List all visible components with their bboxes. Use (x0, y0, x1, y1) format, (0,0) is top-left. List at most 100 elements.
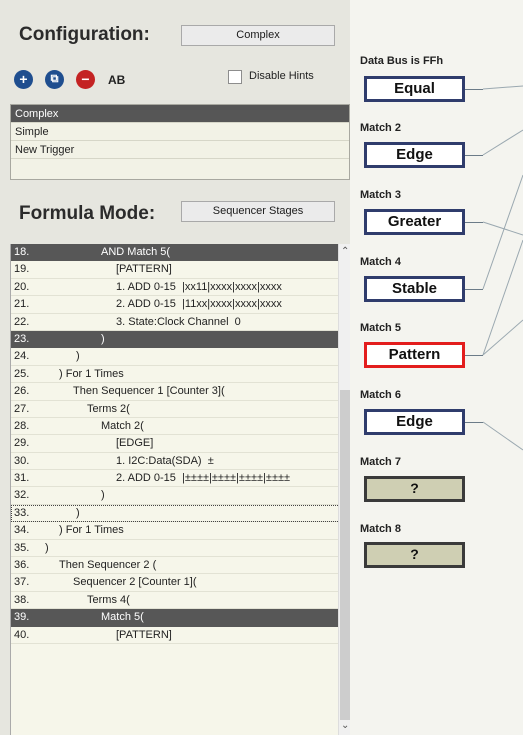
formula-row[interactable]: 31. 2. ADD 0-15 |±±±±|±±±±|±±±±|±±±± (11, 470, 350, 488)
formula-row[interactable]: 33.) (11, 504, 350, 523)
formula-row[interactable]: 40. [PATTERN] (11, 627, 350, 644)
formula-row[interactable]: 32.) (11, 487, 350, 505)
formula-row-text: ) (45, 541, 49, 554)
formula-row-number: 19. (14, 263, 30, 276)
match-label: Match 6 (360, 389, 401, 401)
formula-row-number: 36. (14, 559, 30, 572)
formula-row[interactable]: 37. Sequencer 2 [Counter 1]( (11, 574, 350, 592)
ab-button[interactable]: AB (108, 73, 125, 87)
formula-row-number: 39. (14, 611, 30, 624)
formula-row-text: Then Sequencer 1 [Counter 3]( (73, 385, 225, 398)
formula-row[interactable]: 39. Match 5( (11, 609, 350, 627)
match-condition-button[interactable]: ? (364, 542, 465, 568)
formula-row-text: Match 2( (101, 419, 144, 432)
match-condition-button[interactable]: Edge (364, 409, 465, 435)
formula-list: 18. AND Match 5( 19. [PATTERN] 20. 1. ADD 0-1… (10, 244, 350, 735)
formula-row[interactable]: 18. AND Match 5( (11, 244, 350, 262)
formula-row-text: Terms 4( (87, 593, 130, 606)
left-panel: Configuration: Complex + ⧉ − AB Disable … (0, 0, 350, 735)
formula-row-text: Match 5( (101, 611, 144, 624)
formula-row[interactable]: 30. 1. I2C:Data(SDA) ± (11, 453, 350, 471)
connector-line (465, 222, 483, 223)
formula-row-text: 2. ADD 0-15 |±±±±|±±±±|±±±±|±±±± (116, 472, 291, 485)
formula-row-number: 37. (14, 576, 30, 589)
configuration-title: Configuration: (19, 24, 150, 45)
formula-row[interactable]: 19. [PATTERN] (11, 261, 350, 279)
connector-line (465, 289, 483, 290)
configuration-list-item[interactable]: Simple (11, 123, 349, 141)
formula-row-number: 29. (14, 437, 30, 450)
scroll-up-arrow-icon[interactable]: ⌃ (341, 246, 349, 257)
scroll-down-arrow-icon[interactable]: ⌄ (341, 720, 349, 731)
match-panel: Data Bus is FFh Equal Match 2 Edge Match 3 Gr… (350, 0, 523, 735)
formula-row[interactable]: 36. Then Sequencer 2 ( (11, 557, 350, 575)
connector-line (482, 174, 523, 290)
formula-row[interactable]: 28. Match 2( (11, 418, 350, 436)
formula-row-number: 27. (14, 402, 30, 415)
plus-circle-icon[interactable]: + (14, 70, 33, 89)
formula-row[interactable]: 22. 3. State:Clock Channel 0 (11, 314, 350, 331)
formula-row-number: 18. (14, 246, 30, 258)
formula-row-text: 1. ADD 0-15 |xx11|xxxx|xxxx|xxxx (116, 280, 282, 293)
match-condition-button[interactable]: Greater (364, 209, 465, 235)
formula-row[interactable]: 20. 1. ADD 0-15 |xx11|xxxx|xxxx|xxxx (11, 279, 350, 297)
match-condition-button[interactable]: Pattern (364, 342, 465, 368)
formula-row-number: 32. (14, 489, 30, 502)
formula-row-text: ) (101, 489, 105, 502)
match-label: Match 7 (360, 456, 401, 468)
connector-line (465, 155, 483, 156)
configuration-list-item[interactable]: Complex (11, 105, 349, 123)
configuration-list-item[interactable]: New Trigger (11, 141, 349, 159)
configuration-mode-button[interactable]: Complex (181, 25, 335, 46)
formula-row-number: 21. (14, 298, 30, 311)
formula-row-text: ) (101, 332, 105, 345)
formula-row-number: 30. (14, 454, 30, 467)
formula-row-text: ) For 1 Times (59, 524, 124, 537)
formula-rows: 18. AND Match 5( 19. [PATTERN] 20. 1. ADD 0-1… (11, 244, 350, 644)
formula-row-text: [PATTERN] (116, 628, 172, 641)
formula-row-text: 1. I2C:Data(SDA) ± (116, 454, 214, 467)
formula-row-number: 28. (14, 419, 30, 432)
formula-row-text: 3. State:Clock Channel 0 (116, 315, 241, 328)
configuration-list: Complex Simple New Trigger (10, 104, 350, 180)
disable-hints-checkbox[interactable] (228, 70, 242, 84)
formula-row[interactable]: 25. ) For 1 Times (11, 366, 350, 384)
connector-line (465, 355, 483, 356)
formula-row-number: 33. (14, 506, 30, 519)
duplicate-circle-icon[interactable]: ⧉ (45, 70, 64, 89)
formula-row[interactable]: 38. Terms 4( (11, 592, 350, 610)
formula-row-text: ) (76, 350, 80, 363)
match-condition-button[interactable]: Stable (364, 276, 465, 302)
formula-scrollbar[interactable]: ⌃ ⌄ (338, 244, 350, 735)
formula-row[interactable]: 29. [EDGE] (11, 435, 350, 453)
formula-row[interactable]: 21. 2. ADD 0-15 |11xx|xxxx|xxxx|xxxx (11, 296, 350, 314)
formula-row-number: 35. (14, 541, 30, 554)
formula-mode-title: Formula Mode: (19, 203, 156, 224)
formula-row-text: 2. ADD 0-15 |11xx|xxxx|xxxx|xxxx (116, 298, 282, 311)
formula-row-text: ) For 1 Times (59, 367, 124, 380)
match-label: Match 8 (360, 523, 401, 535)
formula-row-text: Terms 2( (87, 402, 130, 415)
formula-row-text: [EDGE] (116, 437, 154, 450)
match-condition-button[interactable]: Equal (364, 76, 465, 102)
formula-row-number: 25. (14, 367, 30, 380)
formula-row-number: 22. (14, 315, 30, 328)
formula-row-number: 40. (14, 628, 30, 641)
formula-row[interactable]: 26. Then Sequencer 1 [Counter 3]( (11, 383, 350, 401)
connector-line (482, 85, 523, 90)
formula-row-text: [PATTERN] (116, 263, 172, 276)
match-condition-button[interactable]: Edge (364, 142, 465, 168)
formula-row[interactable]: 27. Terms 2( (11, 401, 350, 418)
formula-row[interactable]: 24.) (11, 348, 350, 366)
match-condition-button[interactable]: ? (364, 476, 465, 502)
formula-row-text: AND Match 5( (101, 246, 171, 258)
formula-row[interactable]: 35.) (11, 540, 350, 558)
scroll-thumb[interactable] (340, 390, 350, 720)
formula-row[interactable]: 23.) (11, 330, 350, 349)
connector-line (482, 129, 523, 156)
formula-row[interactable]: 34. ) For 1 Times (11, 522, 350, 540)
formula-mode-button[interactable]: Sequencer Stages (181, 201, 335, 222)
formula-row-number: 20. (14, 280, 30, 293)
formula-row-number: 34. (14, 524, 30, 537)
minus-circle-icon[interactable]: − (76, 70, 95, 89)
